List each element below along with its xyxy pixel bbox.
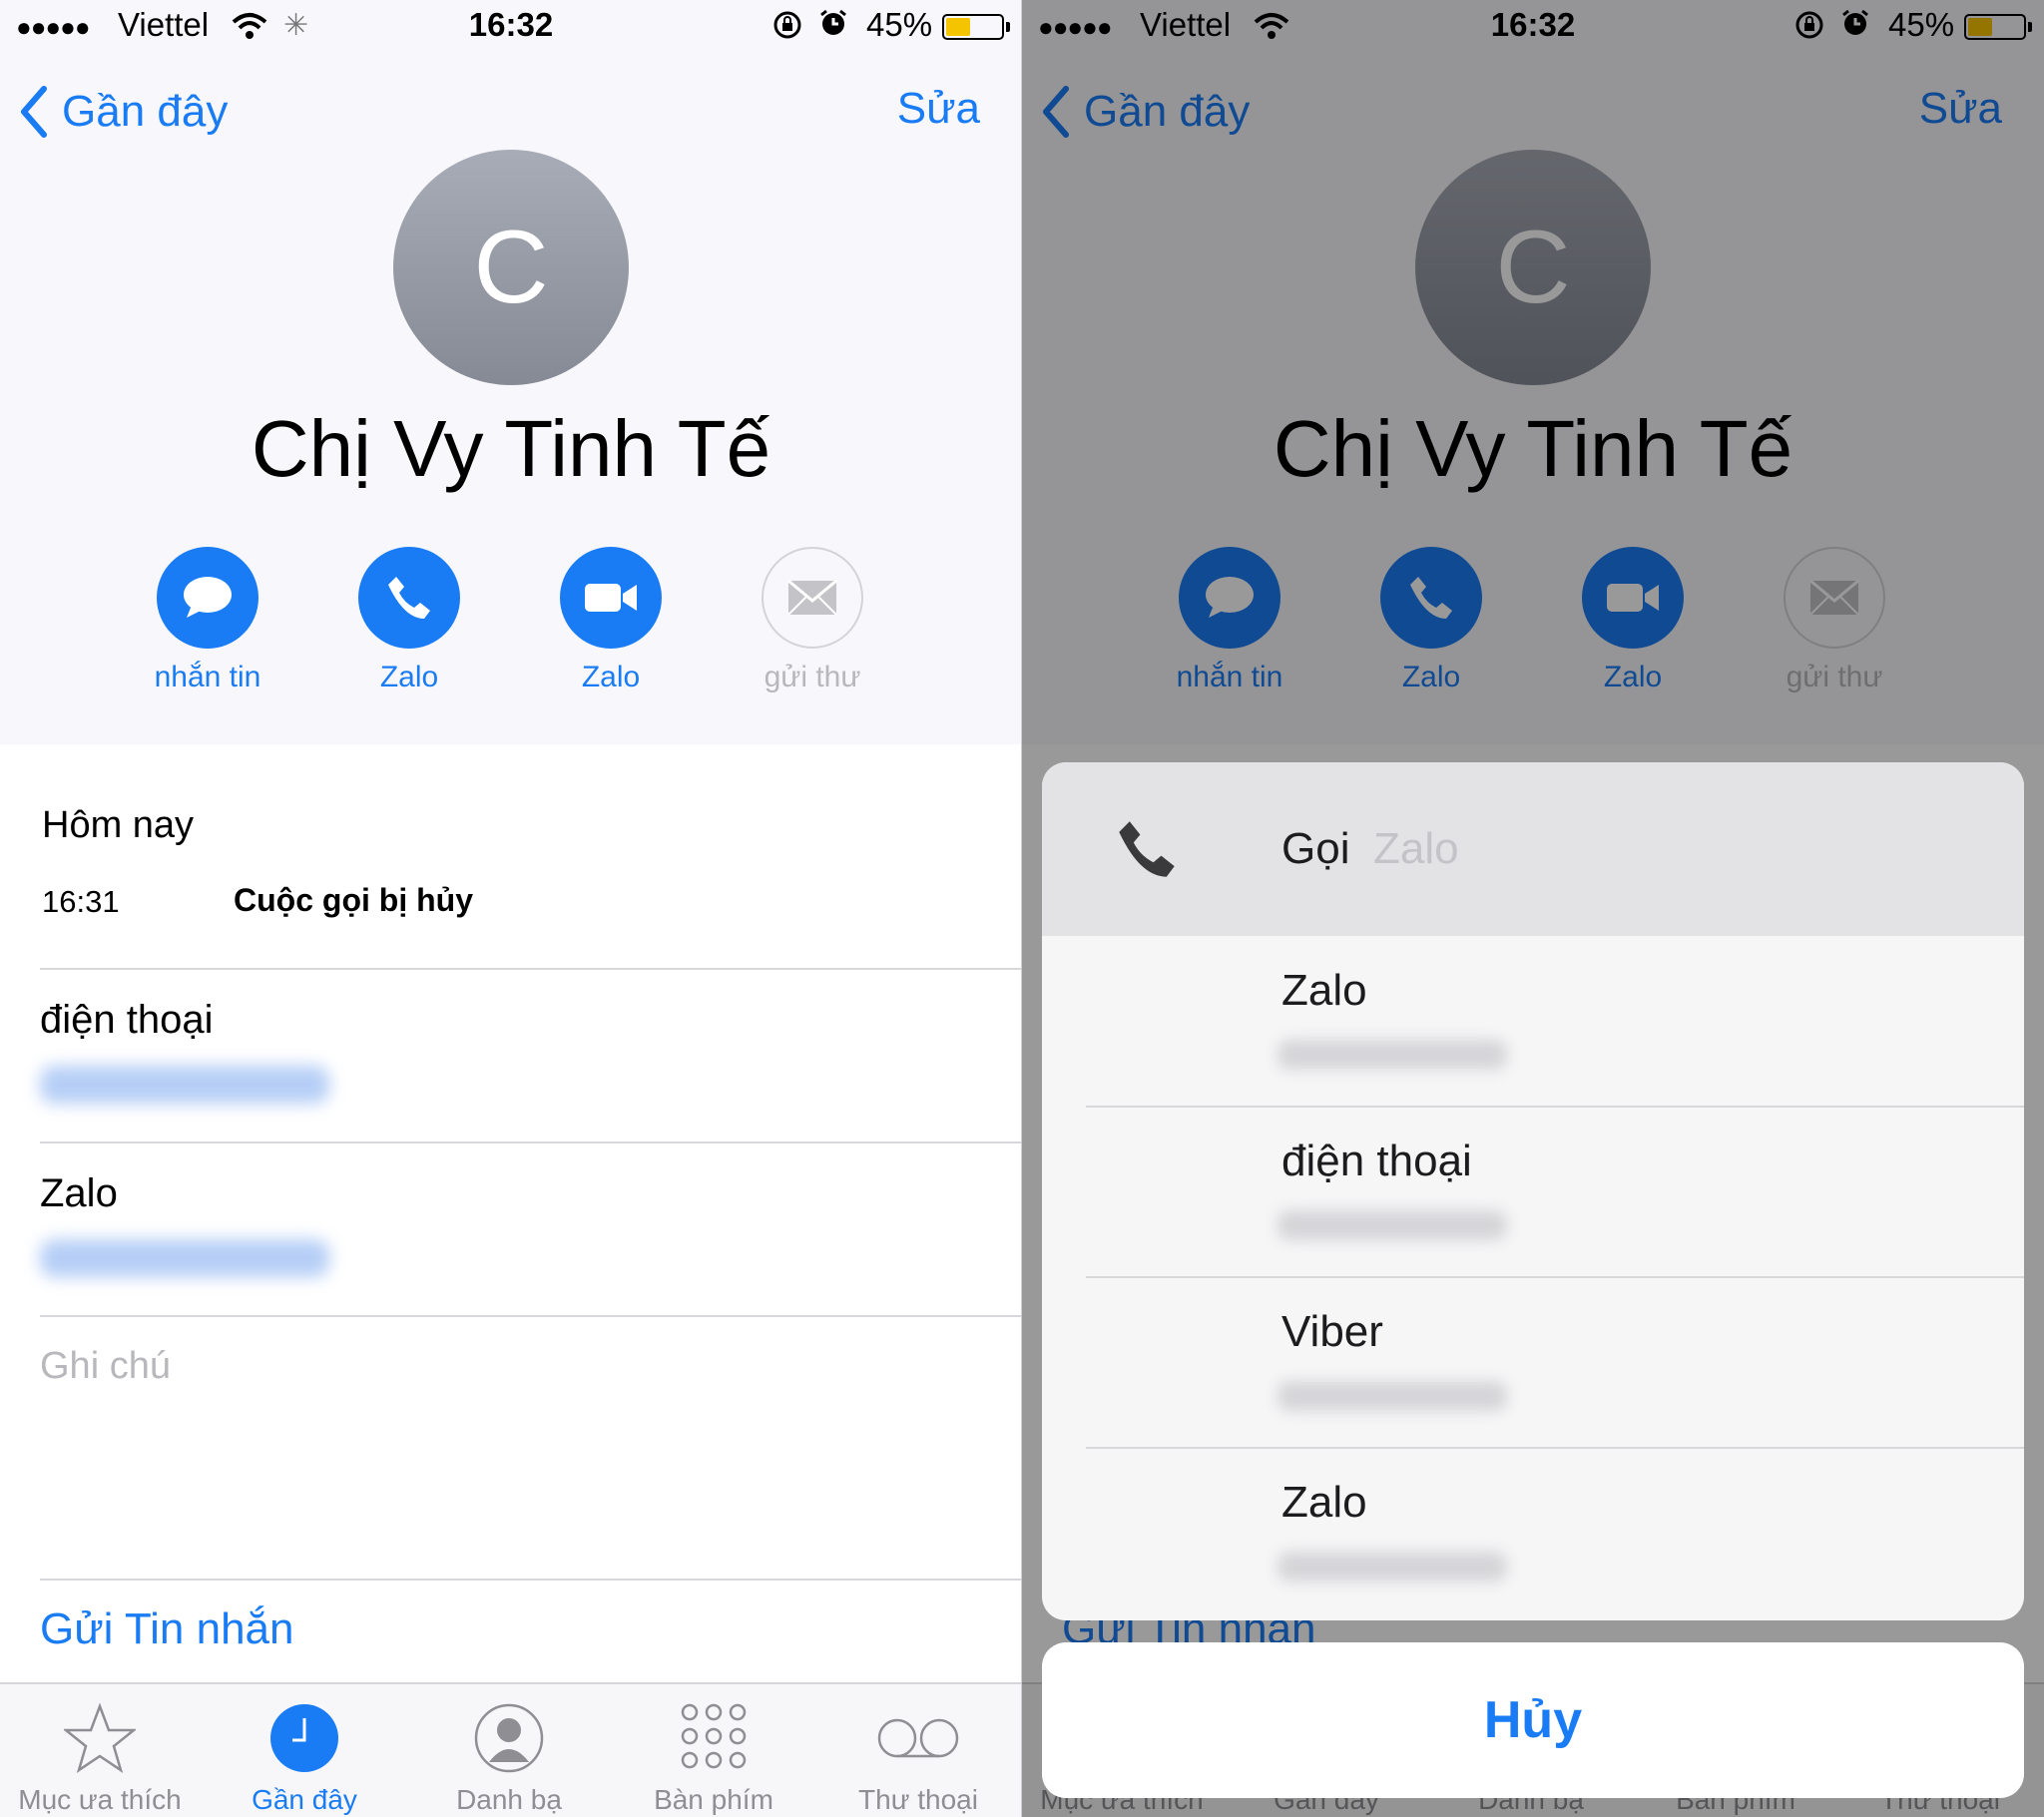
call-option-viber[interactable]: Viber (1042, 1277, 2024, 1447)
call-options-sheet: Gọi Zalo Zalo điện thoại Viber Zalo (1042, 762, 2024, 1620)
contact-actions: nhắn tin Zalo Zalo gửi thư (0, 547, 1022, 706)
phone-number-blurred[interactable] (40, 1066, 329, 1104)
send-message-button[interactable]: Gửi Tin nhắn (40, 1604, 293, 1654)
sheet-title: Gọi (1281, 824, 1350, 873)
sheet-header: Gọi Zalo (1042, 762, 2024, 936)
rotation-lock-icon (772, 10, 802, 48)
video-icon (560, 547, 662, 649)
phone-icon (1114, 816, 1180, 887)
tab-contacts[interactable]: Danh bạ (409, 1698, 609, 1816)
keypad-icon (614, 1698, 813, 1778)
tab-keypad[interactable]: Bàn phím (614, 1698, 813, 1816)
tab-label: Bàn phím (654, 1784, 773, 1815)
action-label: Zalo (379, 661, 439, 693)
star-icon (0, 1698, 200, 1778)
status-bar: ●●●●● Viettel ✳ 16:32 45% (0, 0, 1022, 52)
action-label: nhắn tin (154, 661, 261, 693)
avatar: C (393, 150, 629, 385)
back-label: Gần đây (62, 87, 229, 136)
message-icon (157, 547, 258, 649)
tab-label: Thư thoại (858, 1784, 978, 1815)
tab-favorites[interactable]: Mục ưa thích (0, 1698, 200, 1816)
tab-label: Danh bạ (456, 1784, 562, 1815)
cancel-button[interactable]: Hủy (1042, 1642, 2024, 1798)
divider (40, 1315, 1022, 1317)
back-button[interactable]: Gần đây (20, 82, 228, 142)
screens-container: ●●●●● Viettel ✳ 16:32 45% Gần đây Sửa C … (0, 0, 2044, 1817)
mail-action[interactable]: gửi thư (713, 547, 912, 694)
contact-details: Hôm nay 16:31 Cuộc gọi bị hủy điện thoại… (0, 744, 1022, 1682)
zalo-number-blurred[interactable] (40, 1239, 329, 1277)
contact-name: Chị Vy Tinh Tế (251, 404, 771, 493)
edit-button[interactable]: Sửa (897, 84, 980, 134)
option-number-blurred (1278, 1210, 1507, 1240)
sheet-subtitle: Zalo (1373, 824, 1459, 873)
option-number-blurred (1278, 1381, 1507, 1411)
video-action[interactable]: Zalo (511, 547, 711, 694)
tab-bar: Mục ưa thích Gần đây Danh bạ Bàn phím Th… (0, 1682, 1022, 1817)
tab-label: Gần đây (252, 1784, 357, 1815)
recents-heading: Hôm nay (42, 804, 195, 846)
call-option-phone[interactable]: điện thoại (1042, 1107, 2024, 1276)
clock-icon (205, 1698, 404, 1778)
option-label: Zalo (1281, 966, 1367, 1015)
call-option-zalo[interactable]: Zalo (1042, 936, 2024, 1106)
message-action[interactable]: nhắn tin (108, 547, 307, 694)
divider (40, 1579, 1022, 1581)
tab-label: Mục ưa thích (18, 1784, 182, 1815)
call-action[interactable]: Zalo (309, 547, 509, 694)
zalo-field-label: Zalo (40, 1171, 118, 1215)
divider (40, 968, 1022, 970)
action-label: gửi thư (764, 661, 861, 693)
phone-icon (358, 547, 460, 649)
battery-percent: 45% (866, 6, 933, 43)
action-label: Zalo (581, 661, 641, 693)
phone-field-label: điện thoại (40, 998, 214, 1042)
option-label: điện thoại (1281, 1136, 1472, 1185)
option-number-blurred (1278, 1552, 1507, 1582)
alarm-icon (818, 8, 848, 46)
battery-fill (946, 18, 970, 36)
option-label: Viber (1281, 1307, 1383, 1356)
call-option-zalo-2[interactable]: Zalo (1042, 1448, 2024, 1617)
mail-icon (762, 547, 863, 649)
call-options-screen: ●●●●● Viettel 16:32 45% Gần đây Sửa C Ch… (1022, 0, 2044, 1817)
contact-detail-screen: ●●●●● Viettel ✳ 16:32 45% Gần đây Sửa C … (0, 0, 1022, 1817)
person-icon (409, 1698, 609, 1778)
battery-icon (942, 14, 1010, 40)
call-status: Cuộc gọi bị hủy (234, 882, 473, 918)
notes-field[interactable]: Ghi chú (40, 1345, 171, 1388)
divider (40, 1141, 1022, 1143)
tab-recents[interactable]: Gần đây (205, 1698, 404, 1816)
call-time: 16:31 (42, 884, 120, 919)
option-number-blurred (1278, 1040, 1507, 1070)
chevron-left-icon (21, 86, 47, 138)
option-label: Zalo (1281, 1478, 1367, 1527)
voicemail-icon (818, 1698, 1018, 1778)
tab-voicemail[interactable]: Thư thoại (818, 1698, 1018, 1816)
